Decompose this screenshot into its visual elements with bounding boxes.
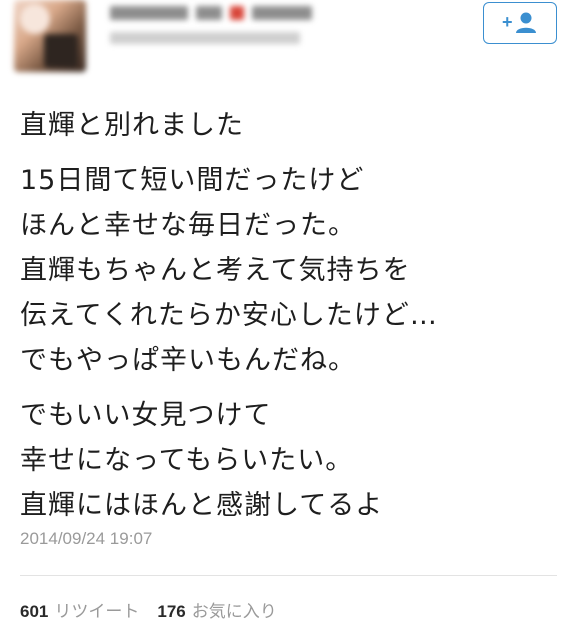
tweet-line: ほんと幸せな毎日だった。 — [20, 210, 356, 241]
add-user-icon: + — [502, 12, 536, 33]
tweet-line: 15日間て短い間だったけど — [20, 165, 365, 196]
tweet-header: + — [0, 0, 575, 82]
retweet-label[interactable]: リツイート — [54, 602, 139, 622]
tweet-stats: 601 リツイート 176 お気に入り — [20, 597, 295, 622]
tweet-timestamp[interactable]: 2014/09/24 19:07 — [20, 529, 152, 549]
divider — [20, 575, 557, 576]
tweet-body: 直輝と別れました 15日間て短い間だったけど ほんと幸せな毎日だった。 直輝もち… — [20, 103, 560, 528]
tweet-line: でもやっぱ辛いもんだね。 — [20, 345, 356, 376]
tweet-line: 幸せになってもらいたい。 — [20, 445, 354, 476]
tweet-line: 直輝もちゃんと考えて気持ちを — [20, 255, 411, 286]
blurred-username — [110, 32, 300, 44]
favorite-count[interactable]: 176 — [157, 602, 185, 621]
tweet-line: でもいい女見つけて — [20, 400, 272, 431]
tweet-line: 伝えてくれたらか安心したけど… — [20, 300, 438, 331]
follow-button[interactable]: + — [483, 2, 557, 44]
favorite-label[interactable]: お気に入り — [192, 602, 277, 622]
retweet-count[interactable]: 601 — [20, 602, 48, 621]
tweet-line: 直輝と別れました — [20, 110, 244, 141]
tweet-page: + 直輝と別れました 15日間て短い間だったけど ほんと幸せな毎日だった。 直輝… — [0, 0, 575, 631]
svg-text:+: + — [502, 12, 513, 32]
blurred-display-name[interactable] — [110, 6, 345, 22]
tweet-line: 直輝にはほんと感謝してるよ — [20, 490, 384, 521]
avatar[interactable] — [14, 0, 86, 72]
